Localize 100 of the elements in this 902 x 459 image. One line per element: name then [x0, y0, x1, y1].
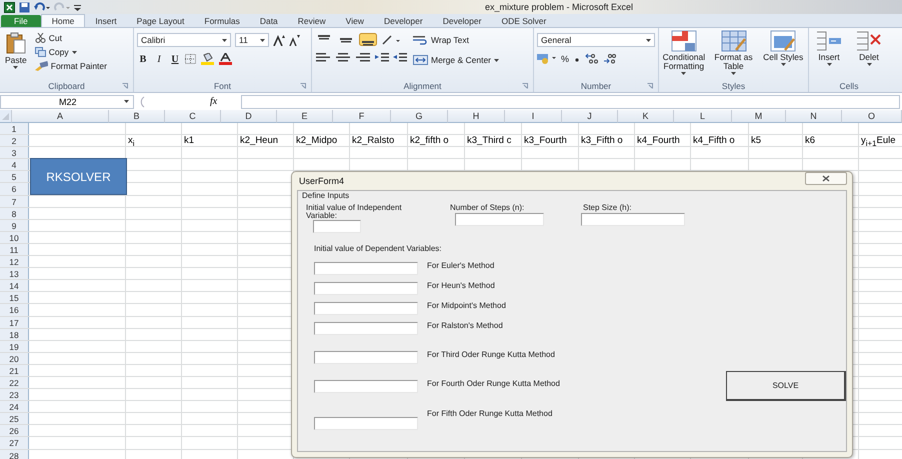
- row-header[interactable]: 11: [0, 244, 29, 256]
- column-header[interactable]: I: [505, 110, 562, 123]
- cells-command[interactable]: Delet: [852, 30, 886, 66]
- text-align-icon[interactable]: [335, 52, 351, 63]
- shrink-font-icon[interactable]: [289, 34, 300, 46]
- row-header[interactable]: 13: [0, 268, 29, 280]
- column-header[interactable]: K: [618, 110, 674, 123]
- row-header[interactable]: 14: [0, 280, 29, 292]
- text-orientation-icon[interactable]: [381, 34, 401, 46]
- input-field[interactable]: [314, 322, 418, 335]
- row-header[interactable]: 9: [0, 220, 29, 231]
- column-header[interactable]: B: [109, 110, 165, 123]
- fill-color-icon[interactable]: [201, 53, 215, 65]
- column-header[interactable]: M: [732, 110, 786, 123]
- row-header[interactable]: 18: [0, 328, 29, 340]
- row-header[interactable]: 8: [0, 208, 29, 219]
- ribbon-tab[interactable]: ODE Solver: [491, 15, 556, 27]
- column-header[interactable]: N: [786, 110, 842, 123]
- paste-button[interactable]: Paste: [3, 30, 29, 71]
- rksolver-button[interactable]: RKSOLVER: [30, 158, 127, 195]
- decrease-decimal-icon[interactable]: [603, 53, 618, 64]
- font-color-icon[interactable]: [219, 53, 232, 65]
- column-header[interactable]: D: [221, 110, 277, 123]
- row-header[interactable]: 21: [0, 364, 29, 376]
- column-header[interactable]: H: [448, 110, 505, 123]
- clipboard-command[interactable]: Format Painter: [34, 60, 107, 72]
- text-align-icon[interactable]: [355, 52, 371, 63]
- save-icon[interactable]: [19, 2, 30, 12]
- row-header[interactable]: 16: [0, 304, 29, 316]
- alignment-command[interactable]: Wrap Text: [413, 34, 499, 46]
- row-header[interactable]: 10: [0, 232, 29, 243]
- row-header[interactable]: 25: [0, 413, 29, 424]
- input-field[interactable]: [314, 302, 418, 315]
- row-header[interactable]: 20: [0, 352, 29, 364]
- row-header[interactable]: 5: [0, 171, 29, 182]
- ribbon-tab[interactable]: Page Layout: [126, 15, 194, 27]
- solve-button[interactable]: SOLVE: [726, 371, 846, 401]
- ribbon-tab[interactable]: Formulas: [194, 15, 250, 27]
- alignment-command[interactable]: Merge & Center: [413, 54, 499, 66]
- column-header[interactable]: F: [333, 110, 391, 123]
- input-field[interactable]: [314, 380, 418, 393]
- input-field[interactable]: [314, 351, 418, 364]
- borders-icon[interactable]: [185, 54, 197, 64]
- row-header[interactable]: 7: [0, 196, 29, 207]
- column-header[interactable]: A: [12, 110, 109, 123]
- column-header[interactable]: G: [391, 110, 448, 123]
- vertical-align-button[interactable]: [359, 33, 377, 46]
- row-header[interactable]: 24: [0, 401, 29, 412]
- ribbon-tab[interactable]: Home: [40, 14, 86, 27]
- clipboard-command[interactable]: Copy: [34, 46, 107, 58]
- input-field[interactable]: [314, 282, 418, 295]
- input-field[interactable]: [313, 220, 361, 233]
- row-header[interactable]: 27: [0, 437, 29, 449]
- input-field[interactable]: [314, 417, 418, 430]
- ribbon-tab[interactable]: Review: [288, 15, 336, 27]
- cells-command[interactable]: Insert: [812, 30, 846, 66]
- ribbon-tab[interactable]: Developer: [432, 15, 492, 27]
- text-align-icon[interactable]: [315, 52, 331, 63]
- currency-icon[interactable]: [537, 53, 557, 64]
- input-field[interactable]: [581, 213, 685, 226]
- row-header[interactable]: 3: [0, 147, 29, 158]
- styles-command[interactable]: Cell Styles: [761, 30, 806, 66]
- font-style-button[interactable]: B: [137, 54, 149, 64]
- font-size-dropdown[interactable]: 11: [235, 33, 269, 47]
- percent-style-button[interactable]: %: [561, 54, 570, 64]
- formula-input[interactable]: [241, 94, 900, 108]
- column-header[interactable]: O: [842, 110, 902, 123]
- insert-function-button[interactable]: fx: [210, 96, 218, 107]
- row-header[interactable]: 17: [0, 316, 29, 328]
- ribbon-tab[interactable]: Developer: [374, 15, 433, 27]
- column-header[interactable]: J: [562, 110, 618, 123]
- undo-icon[interactable]: [34, 2, 50, 12]
- font-style-button[interactable]: I: [153, 54, 165, 64]
- ribbon-tab[interactable]: File: [1, 15, 41, 27]
- increase-decimal-icon[interactable]: [585, 53, 600, 64]
- ribbon-tab[interactable]: Data: [250, 15, 288, 27]
- indent-icon[interactable]: [393, 52, 407, 63]
- grow-font-icon[interactable]: [273, 34, 285, 46]
- row-header[interactable]: 2: [0, 135, 29, 146]
- row-header[interactable]: 15: [0, 292, 29, 304]
- row-header[interactable]: 23: [0, 389, 29, 400]
- input-field[interactable]: [314, 262, 418, 275]
- row-header[interactable]: 12: [0, 256, 29, 268]
- number-format-dropdown[interactable]: General: [537, 33, 655, 47]
- column-header[interactable]: C: [165, 110, 221, 123]
- row-header[interactable]: 1: [0, 123, 29, 134]
- styles-command[interactable]: Conditional Formatting: [662, 30, 706, 75]
- column-header[interactable]: L: [674, 110, 732, 123]
- row-header[interactable]: 6: [0, 183, 29, 195]
- font-name-dropdown[interactable]: Calibri: [137, 33, 231, 47]
- row-header[interactable]: 26: [0, 425, 29, 436]
- font-style-button[interactable]: U: [169, 54, 181, 64]
- ribbon-tab[interactable]: Insert: [85, 15, 127, 27]
- row-header[interactable]: 22: [0, 376, 29, 388]
- close-button[interactable]: [805, 172, 847, 185]
- input-field[interactable]: [455, 213, 544, 226]
- row-header[interactable]: 4: [0, 159, 29, 170]
- styles-command[interactable]: Format as Table: [712, 30, 756, 75]
- name-box[interactable]: M22: [0, 94, 134, 108]
- ribbon-tab[interactable]: View: [336, 15, 374, 27]
